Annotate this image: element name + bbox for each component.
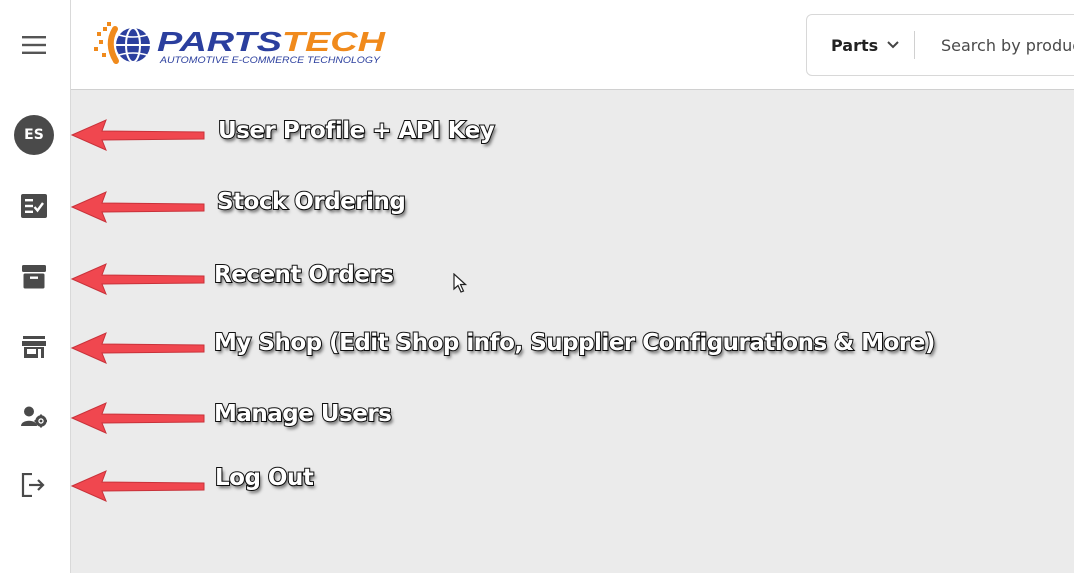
- archive-box-icon: [22, 265, 46, 289]
- globe-logo-icon: [94, 22, 150, 64]
- annotation-arrow: [70, 119, 205, 151]
- annotation-user-profile: User Profile + API Key: [217, 117, 496, 145]
- my-shop-button[interactable]: [14, 327, 54, 367]
- logo-tagline: AUTOMOTIVE E-COMMERCE TECHNOLOGY: [159, 55, 381, 66]
- logout-button[interactable]: [14, 465, 54, 505]
- hamburger-menu-button[interactable]: [14, 25, 54, 65]
- search-input[interactable]: [925, 30, 1074, 60]
- annotation-manage-users: Manage Users: [213, 400, 393, 428]
- annotation-arrow: [70, 402, 205, 434]
- annotation-arrow: [70, 263, 205, 295]
- avatar: ES: [14, 115, 54, 155]
- search-category-label: Parts: [831, 35, 879, 55]
- chevron-down-icon: [887, 41, 899, 49]
- stock-ordering-button[interactable]: [14, 186, 54, 226]
- user-profile-button[interactable]: ES: [14, 115, 54, 155]
- svg-text:PARTSTECH: PARTS TECH: [157, 26, 386, 57]
- header: PARTS TECH AUTOMOTIVE E-COMMERCE TECHNOLO…: [71, 0, 1074, 90]
- hamburger-menu-icon: [22, 36, 46, 54]
- manage-users-button[interactable]: [14, 397, 54, 437]
- stock-ordering-icon: [21, 194, 47, 218]
- annotation-arrow: [70, 332, 205, 364]
- search-divider: [914, 31, 915, 59]
- sidebar: ES: [0, 0, 71, 573]
- search-bar: Parts: [806, 14, 1074, 76]
- annotation-stock-ordering: Stock Ordering: [216, 188, 407, 216]
- logout-icon: [21, 473, 45, 497]
- mouse-cursor-icon: [453, 273, 467, 293]
- annotation-recent-orders: Recent Orders: [213, 261, 395, 289]
- partstech-logo[interactable]: PARTS TECH AUTOMOTIVE E-COMMERCE TECHNOLO…: [93, 20, 393, 70]
- user-settings-icon: [21, 406, 47, 428]
- annotation-arrow: [70, 470, 205, 502]
- search-category-dropdown[interactable]: Parts: [831, 33, 900, 57]
- recent-orders-button[interactable]: [14, 257, 54, 297]
- storefront-icon: [22, 336, 46, 358]
- annotation-my-shop: My Shop (Edit Shop info, Supplier Config…: [213, 329, 936, 357]
- annotation-log-out: Log Out: [214, 464, 315, 492]
- annotation-arrow: [70, 191, 205, 223]
